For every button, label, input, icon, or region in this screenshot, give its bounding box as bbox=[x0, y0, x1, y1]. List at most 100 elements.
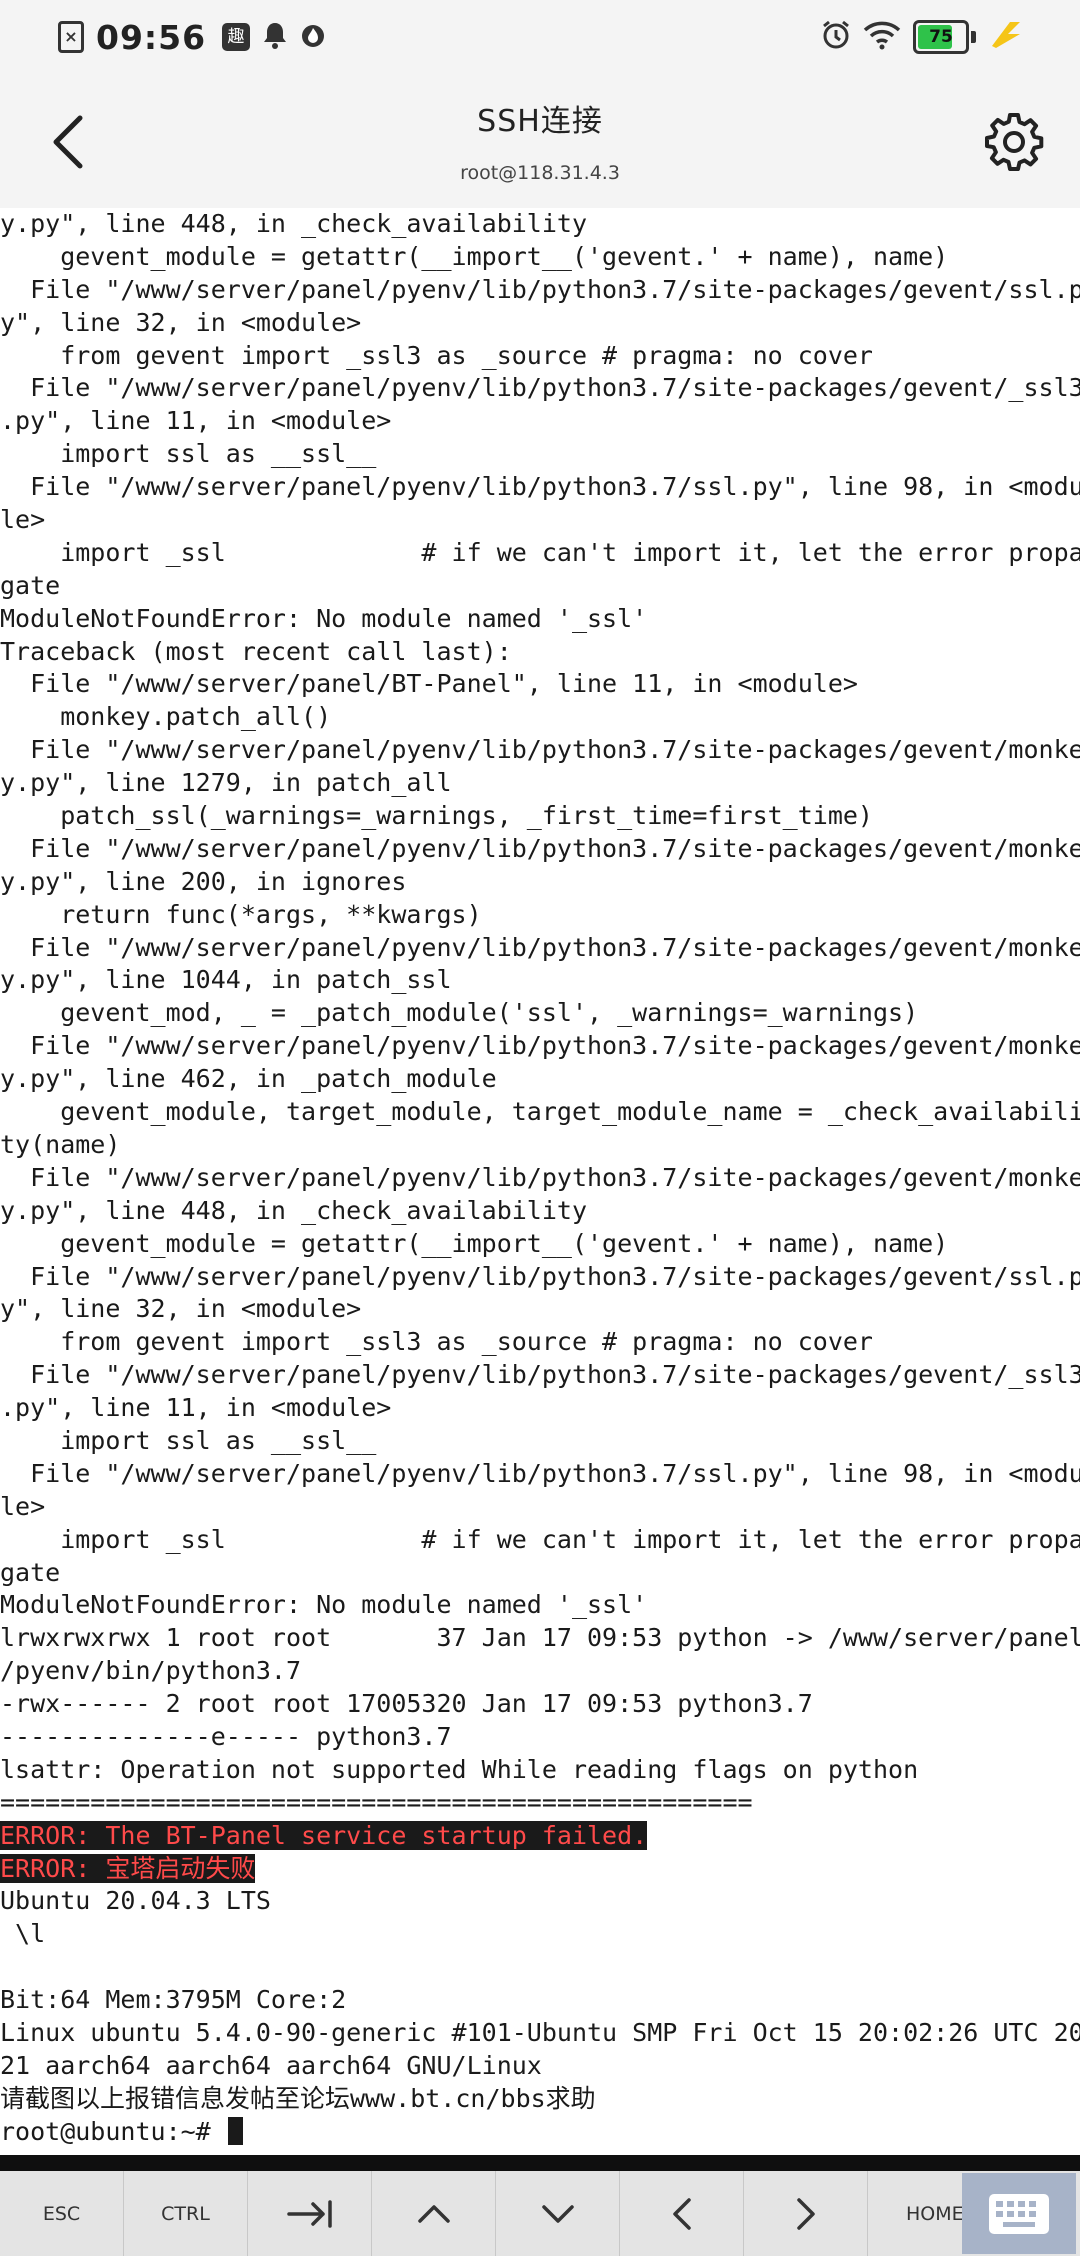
fire-icon bbox=[300, 21, 326, 54]
terminal-error-line: ERROR: 宝塔启动失败 bbox=[0, 1853, 1080, 1886]
tab-key[interactable] bbox=[248, 2171, 372, 2256]
terminal-line: y.py", line 1044, in patch_ssl bbox=[0, 965, 452, 995]
terminal-line: \l bbox=[0, 1919, 46, 1949]
terminal-line: import ssl as __ssl__ bbox=[0, 439, 377, 469]
arrow-down-key[interactable] bbox=[496, 2171, 620, 2256]
terminal-line: File "/www/server/panel/BT-Panel", line … bbox=[0, 669, 858, 699]
terminal-prompt-line[interactable]: root@ubuntu:~# bbox=[0, 2116, 1080, 2149]
terminal-line: gate bbox=[0, 570, 61, 600]
terminal-line: Traceback (most recent call last): bbox=[0, 636, 512, 666]
terminal-line: ModuleNotFoundError: No module named '_s… bbox=[0, 603, 648, 633]
terminal-line: File "/www/server/panel/pyenv/lib/python… bbox=[0, 1261, 1080, 1291]
battery-level: 75 bbox=[929, 27, 953, 47]
terminal-output[interactable]: y.py", line 448, in _check_availability … bbox=[0, 208, 1080, 2155]
extra-keys-bar: ESC CTRL HOME bbox=[0, 2171, 1080, 2256]
terminal-line: ModuleNotFoundError: No module named '_s… bbox=[0, 1590, 648, 1620]
terminal-line: le> bbox=[0, 505, 46, 535]
terminal-line: return func(*args, **kwargs) bbox=[0, 899, 482, 929]
status-time: 09:56 bbox=[96, 17, 207, 57]
terminal-line: File "/www/server/panel/pyenv/lib/python… bbox=[0, 1360, 1080, 1390]
terminal-line: gate bbox=[0, 1557, 61, 1587]
terminal-line: from gevent import _ssl3 as _source # pr… bbox=[0, 340, 873, 370]
terminal-line: import ssl as __ssl__ bbox=[0, 1425, 377, 1455]
terminal-line: le> bbox=[0, 1491, 46, 1521]
title-block: SSH连接 root@118.31.4.3 bbox=[0, 96, 1080, 184]
terminal-line: File "/www/server/panel/pyenv/lib/python… bbox=[0, 274, 1080, 304]
gear-icon bbox=[985, 113, 1044, 171]
esc-key[interactable]: ESC bbox=[0, 2171, 124, 2256]
terminal-line: /pyenv/bin/python3.7 bbox=[0, 1656, 302, 1686]
terminal-line: gevent_module = getattr(__import__('geve… bbox=[0, 1228, 949, 1258]
terminal-line: import _ssl # if we can't import it, let… bbox=[0, 537, 1080, 567]
alarm-icon bbox=[821, 20, 851, 55]
wifi-icon bbox=[863, 20, 901, 55]
terminal-line: patch_ssl(_warnings=_warnings, _first_ti… bbox=[0, 801, 873, 831]
terminal-line: File "/www/server/panel/pyenv/lib/python… bbox=[0, 1031, 1080, 1061]
ctrl-key-label: CTRL bbox=[161, 2202, 210, 2225]
terminal-line: lrwxrwxrwx 1 root root 37 Jan 17 09:53 p… bbox=[0, 1623, 1080, 1653]
home-key-label: HOME bbox=[906, 2202, 964, 2225]
connection-host: root@118.31.4.3 bbox=[460, 162, 620, 184]
battery-icon: 75 bbox=[913, 20, 969, 54]
terminal-line: 21 aarch64 aarch64 aarch64 GNU/Linux bbox=[0, 2050, 542, 2080]
tab-arrow-icon bbox=[286, 2199, 332, 2228]
chevron-left-icon bbox=[672, 2197, 691, 2230]
terminal-line: File "/www/server/panel/pyenv/lib/python… bbox=[0, 1458, 1080, 1488]
terminal-line: gevent_module, target_module, target_mod… bbox=[0, 1097, 1080, 1127]
terminal-line: gevent_module = getattr(__import__('geve… bbox=[0, 241, 949, 271]
terminal-line: File "/www/server/panel/pyenv/lib/python… bbox=[0, 373, 1080, 403]
settings-button[interactable] bbox=[978, 106, 1050, 178]
terminal-line: y.py", line 448, in _check_availability bbox=[0, 1195, 587, 1225]
terminal-line: monkey.patch_all() bbox=[0, 702, 332, 732]
terminal-line: File "/www/server/panel/pyenv/lib/python… bbox=[0, 932, 1080, 962]
app-header: SSH连接 root@118.31.4.3 bbox=[0, 76, 1080, 208]
text-cursor bbox=[227, 2116, 243, 2145]
app-notification-icon: 趣 bbox=[222, 23, 251, 51]
terminal-line: y.py", line 1279, in patch_all bbox=[0, 768, 452, 798]
terminal-line: y.py", line 200, in ignores bbox=[0, 866, 407, 896]
arrow-left-key[interactable] bbox=[620, 2171, 744, 2256]
terminal-line: Linux ubuntu 5.4.0-90-generic #101-Ubunt… bbox=[0, 2017, 1080, 2047]
terminal-line: lsattr: Operation not supported While re… bbox=[0, 1754, 919, 1784]
keyboard-icon bbox=[989, 2193, 1049, 2234]
status-left: × 09:56 趣 bbox=[58, 14, 326, 60]
terminal-line: ty(name) bbox=[0, 1129, 121, 1159]
arrow-up-key[interactable] bbox=[372, 2171, 496, 2256]
terminal-error-line: ERROR: The BT-Panel service startup fail… bbox=[0, 1820, 1080, 1853]
terminal-line: y.py", line 462, in _patch_module bbox=[0, 1064, 497, 1094]
status-right: 75 bbox=[821, 14, 1024, 60]
chevron-down-icon bbox=[541, 2204, 574, 2223]
arrow-right-key[interactable] bbox=[744, 2171, 868, 2256]
terminal-line: .py", line 11, in <module> bbox=[0, 1393, 392, 1423]
terminal-bottom-bar bbox=[0, 2155, 1080, 2171]
status-bar: × 09:56 趣 75 bbox=[0, 0, 1080, 76]
keyboard-toggle-button[interactable] bbox=[962, 2173, 1076, 2254]
terminal-line: y.py", line 448, in _check_availability bbox=[0, 209, 587, 238]
shell-prompt: root@ubuntu:~# bbox=[0, 2116, 226, 2146]
terminal-line: gevent_mod, _ = _patch_module('ssl', _wa… bbox=[0, 998, 919, 1028]
charging-bolt-icon bbox=[988, 20, 1024, 55]
terminal-line: .py", line 11, in <module> bbox=[0, 406, 392, 436]
page-title: SSH连接 bbox=[477, 104, 603, 139]
terminal-line: File "/www/server/panel/pyenv/lib/python… bbox=[0, 735, 1080, 765]
battery-tip bbox=[971, 31, 976, 43]
terminal-line: -rwx------ 2 root root 17005320 Jan 17 0… bbox=[0, 1689, 813, 1719]
terminal-line: File "/www/server/panel/pyenv/lib/python… bbox=[0, 1162, 1080, 1192]
bell-icon bbox=[262, 21, 288, 54]
ctrl-key[interactable]: CTRL bbox=[124, 2171, 248, 2256]
error-highlight: ERROR: 宝塔启动失败 bbox=[0, 1853, 256, 1883]
terminal-line: --------------e----- python3.7 bbox=[0, 1721, 452, 1751]
home-key[interactable]: HOME bbox=[868, 2171, 1080, 2256]
terminal-line: 请截图以上报错信息发帖至论坛www.bt.cn/bbs求助 bbox=[0, 2083, 596, 2113]
chevron-right-icon bbox=[796, 2197, 815, 2230]
terminal-line: Bit:64 Mem:3795M Core:2 bbox=[0, 1985, 347, 2015]
terminal-line: y", line 32, in <module> bbox=[0, 307, 362, 337]
esc-key-label: ESC bbox=[42, 2202, 81, 2225]
terminal-line: import _ssl # if we can't import it, let… bbox=[0, 1524, 1080, 1554]
terminal-line: File "/www/server/panel/pyenv/lib/python… bbox=[0, 472, 1080, 502]
error-highlight: ERROR: The BT-Panel service startup fail… bbox=[0, 1820, 648, 1850]
terminal-line: from gevent import _ssl3 as _source # pr… bbox=[0, 1327, 873, 1357]
terminal-line: Ubuntu 20.04.3 LTS bbox=[0, 1886, 271, 1916]
chevron-up-icon bbox=[417, 2204, 450, 2223]
